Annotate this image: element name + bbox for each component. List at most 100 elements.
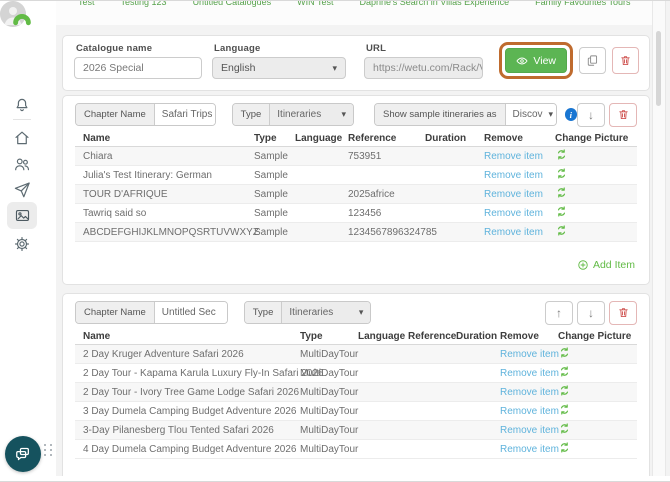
chapter-name-label: Chapter Name <box>76 302 155 323</box>
cell-type: MultiDayTour <box>300 348 359 360</box>
change-picture-icon[interactable] <box>555 186 568 199</box>
column-header: Remove <box>484 132 523 144</box>
delete-catalogue-button[interactable] <box>612 47 639 74</box>
add-item-link[interactable]: Add Item <box>577 259 635 271</box>
column-header: Reference <box>408 330 457 342</box>
chat-drag-handle[interactable] <box>44 444 53 456</box>
change-picture-icon[interactable] <box>555 148 568 161</box>
move-chapter-down-button[interactable]: ↓ <box>577 102 606 127</box>
delete-chapter-button[interactable] <box>609 102 638 127</box>
table-row: ABCDEFGHIJKLMNOPQSRTUVWXYZ Sample 12345678… <box>75 223 637 242</box>
table-row: Chiara Sample 753951 Remove item <box>75 147 637 166</box>
move-chapter-up-button[interactable]: ↑ <box>545 300 573 325</box>
remove-item-link[interactable]: Remove item <box>484 208 543 219</box>
cell-type: MultiDayTour <box>300 424 359 436</box>
remove-item-link[interactable]: Remove item <box>484 227 543 238</box>
column-header: Duration <box>425 132 467 144</box>
cell-type: MultiDayTour <box>300 443 359 455</box>
table-row: TOUR D'AFRIQUE Sample 2025africe Remove ite… <box>75 185 637 204</box>
language-label: Language <box>214 43 261 54</box>
remove-item-link[interactable]: Remove item <box>500 406 559 417</box>
sidebar-item-itineraries-active[interactable] <box>7 202 37 229</box>
trash-icon <box>619 54 632 67</box>
column-header: Type <box>254 132 277 144</box>
cell-type: Sample <box>254 188 288 200</box>
chapter-type-control: Type Itineraries ▾ <box>243 301 372 324</box>
cell-name: 2 Day Tour - Ivory Tree Game Lodge Safar… <box>83 386 300 398</box>
vertical-scrollbar[interactable] <box>652 1 666 476</box>
image-icon <box>14 207 31 224</box>
copy-catalogue-button[interactable] <box>579 47 606 74</box>
wetu-logo-icon[interactable] <box>11 8 33 30</box>
change-picture-icon[interactable] <box>558 365 571 378</box>
sidebar-item-send[interactable] <box>11 179 33 201</box>
change-picture-icon[interactable] <box>558 384 571 397</box>
scrollbar-thumb[interactable] <box>656 31 661 106</box>
cell-reference: 753951 <box>348 150 382 162</box>
cell-name: Tawriq said so <box>83 207 147 219</box>
type-select[interactable]: Itineraries ▾ <box>270 104 353 125</box>
eye-icon <box>516 55 528 67</box>
cell-name: 2 Day Kruger Adventure Safari 2026 <box>83 348 244 360</box>
url-input[interactable]: https://wetu.com/Rack/View/C... <box>364 57 483 79</box>
chat-launcher-button[interactable] <box>5 436 41 472</box>
language-select[interactable]: English ▾ <box>212 57 346 79</box>
plus-circle-icon <box>577 259 589 271</box>
app-window: Test Testing 123 Untitled Catalogues WIN Te… <box>0 0 670 482</box>
chapter-name-input[interactable]: Safari Trips <box>154 104 215 125</box>
chapter-name-input[interactable]: Untitled Sec <box>154 302 227 323</box>
top-nav-item[interactable]: Test <box>78 1 95 8</box>
cell-name: Chiara <box>83 150 113 162</box>
top-nav-item[interactable]: Untitled Catalogues <box>193 1 272 8</box>
chevron-down-icon: ▾ <box>341 109 346 119</box>
chapter-card-1: Chapter Name Safari Trips Type Itinerari… <box>62 95 650 285</box>
remove-item-link[interactable]: Remove item <box>500 425 559 436</box>
change-picture-icon[interactable] <box>558 346 571 359</box>
type-select[interactable]: Itineraries ▾ <box>282 302 371 323</box>
sample-label: Show sample itineraries as <box>374 104 506 125</box>
remove-item-link[interactable]: Remove item <box>500 387 559 398</box>
column-header: Language <box>295 132 343 144</box>
change-picture-icon[interactable] <box>558 403 571 416</box>
info-icon[interactable]: i <box>564 108 578 121</box>
view-button[interactable]: View <box>505 48 567 73</box>
change-picture-icon[interactable] <box>558 441 571 454</box>
column-header: Name <box>83 330 111 342</box>
remove-item-link[interactable]: Remove item <box>484 170 543 181</box>
chat-bubbles-icon <box>14 445 32 463</box>
cell-type: Sample <box>254 207 288 219</box>
top-nav-item[interactable]: WIN Test <box>297 1 333 8</box>
notifications-bell-icon[interactable] <box>11 94 33 116</box>
cell-type: MultiDayTour <box>300 386 359 398</box>
top-nav-item[interactable]: Testing 123 <box>121 1 167 8</box>
column-header: Name <box>83 132 111 144</box>
table-row: Julia's Test Itinerary: German Sample Remo… <box>75 166 637 185</box>
view-button-label: View <box>533 54 556 67</box>
catalogue-name-label: Catalogue name <box>76 43 153 54</box>
cell-name: 3-Day Pilanesberg Tlou Tented Safari 202… <box>83 424 274 436</box>
change-picture-icon[interactable] <box>558 422 571 435</box>
sample-select[interactable]: Discov ▾ <box>505 104 556 125</box>
change-picture-icon[interactable] <box>555 224 568 237</box>
move-chapter-down-button[interactable]: ↓ <box>577 300 605 325</box>
table-row: 3-Day Pilanesberg Tlou Tented Safari 202… <box>75 421 637 440</box>
remove-item-link[interactable]: Remove item <box>500 349 559 360</box>
remove-item-link[interactable]: Remove item <box>500 444 559 455</box>
catalogue-name-input[interactable]: 2026 Special <box>74 57 202 79</box>
chevron-down-icon: ▾ <box>358 307 364 317</box>
cell-name: 4 Day Dumela Camping Budget Adventure 20… <box>83 443 297 455</box>
delete-chapter-button[interactable] <box>609 300 637 325</box>
change-picture-icon[interactable] <box>555 167 568 180</box>
remove-item-link[interactable]: Remove item <box>500 368 559 379</box>
sidebar-item-settings[interactable] <box>11 233 33 255</box>
table-row: 4 Day Dumela Camping Budget Adventure 20… <box>75 440 637 459</box>
remove-item-link[interactable]: Remove item <box>484 189 543 200</box>
sidebar-item-home[interactable] <box>11 127 33 149</box>
sidebar-item-contacts[interactable] <box>11 153 33 175</box>
top-nav-item[interactable]: Family Favourites Tours <box>535 1 630 8</box>
top-nav-item[interactable]: Daphne's Search in Villas Experience <box>359 1 509 8</box>
chapter-name-label: Chapter Name <box>76 104 155 125</box>
cell-type: Sample <box>254 226 288 238</box>
remove-item-link[interactable]: Remove item <box>484 151 543 162</box>
change-picture-icon[interactable] <box>555 205 568 218</box>
